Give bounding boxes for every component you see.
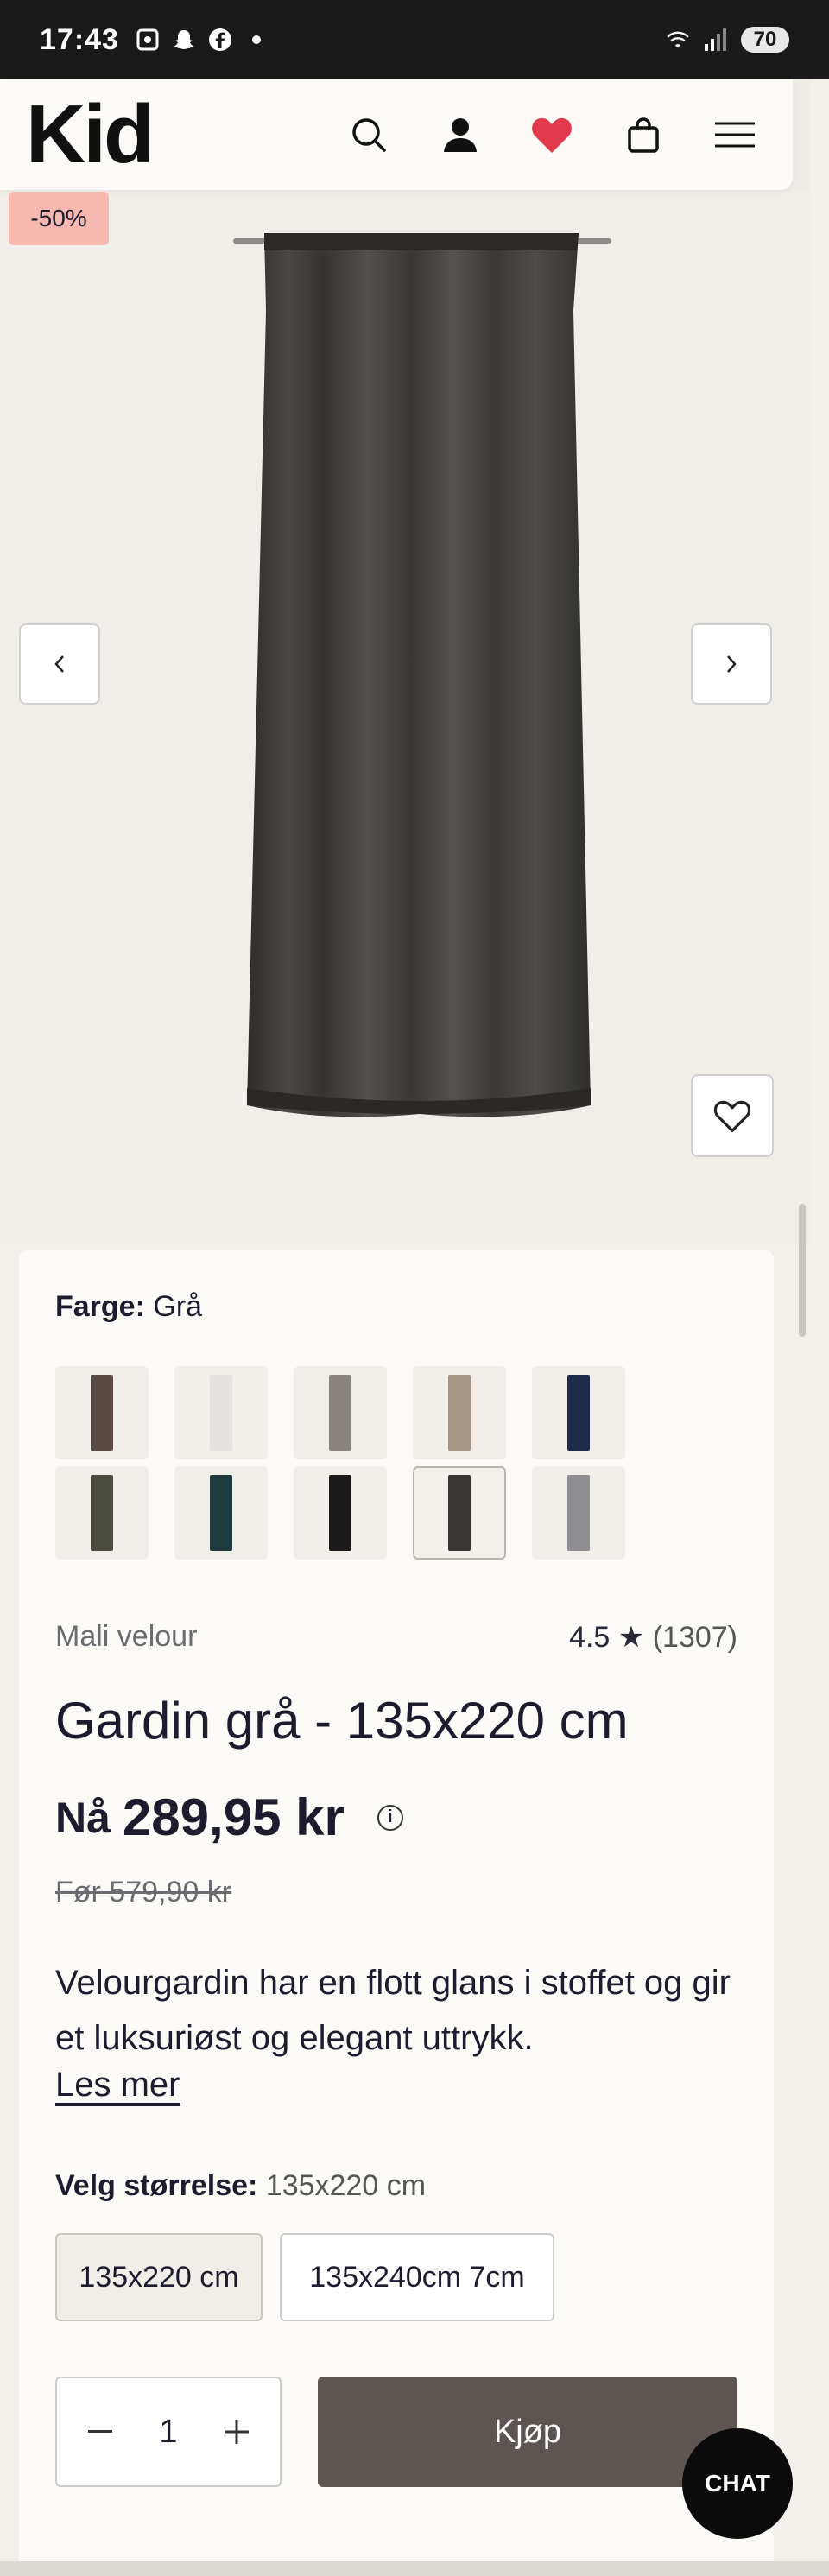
size-option-135x220[interactable]: 135x220 cm — [55, 2233, 263, 2321]
plus-icon — [224, 2420, 249, 2444]
chevron-left-icon — [54, 655, 64, 673]
battery-icon: 70 — [741, 27, 789, 53]
color-swatch[interactable] — [174, 1466, 268, 1560]
rating-value: 4.5 — [569, 1621, 611, 1654]
buy-button[interactable]: Kjøp — [318, 2377, 737, 2487]
color-label: Farge: — [55, 1290, 145, 1323]
account-icon — [444, 118, 477, 152]
product-title: Gardin grå - 135x220 cm — [55, 1692, 629, 1750]
product-image[interactable] — [230, 225, 615, 1123]
favorite-button[interactable] — [691, 1074, 774, 1157]
color-swatch[interactable] — [532, 1466, 625, 1560]
color-value: Grå — [153, 1290, 203, 1323]
kid-logo[interactable]: Kid — [26, 93, 155, 176]
swatch-thumbnail — [91, 1375, 113, 1451]
menu-button[interactable] — [712, 111, 758, 158]
quantity-value[interactable]: 1 — [159, 2414, 177, 2451]
color-swatch[interactable] — [294, 1466, 387, 1560]
product-description: Velourgardin har en flott glans i stoffe… — [55, 1964, 731, 2057]
review-count: (1307) — [652, 1621, 737, 1654]
search-button[interactable] — [345, 111, 392, 158]
swatch-thumbnail — [329, 1475, 351, 1551]
bottom-strip — [0, 2561, 829, 2576]
swatch-thumbnail — [567, 1475, 590, 1551]
increase-quantity-button[interactable] — [219, 2415, 254, 2449]
color-swatch[interactable] — [294, 1366, 387, 1459]
decrease-quantity-button[interactable] — [83, 2415, 117, 2449]
product-meta: Mali velour 4.5 ★ (1307) — [55, 1620, 737, 1655]
product-card: Farge: Grå Mali velour 4.5 ★ (1307) Gard… — [19, 1250, 774, 2576]
page-scrollbar[interactable] — [799, 1204, 806, 1337]
info-icon[interactable]: i — [377, 1804, 403, 1831]
read-more-link[interactable]: Les mer — [55, 2066, 180, 2104]
price-prefix: Nå — [55, 1793, 111, 1842]
product-price: Nå 289,95 kr i — [55, 1788, 403, 1847]
heart-outline-icon — [713, 1100, 751, 1132]
facebook-icon — [207, 27, 233, 53]
size-value: 135x220 cm — [265, 2169, 427, 2202]
size-selection-label: Velg størrelse: 135x220 cm — [55, 2169, 426, 2203]
gallery-prev-button[interactable] — [19, 623, 100, 705]
color-selection-label: Farge: Grå — [55, 1290, 202, 1324]
color-swatch[interactable] — [532, 1366, 625, 1459]
size-option-135x240[interactable]: 135x240cm 7cm — [280, 2233, 554, 2321]
before-price: Før 579,90 kr — [55, 1876, 232, 1908]
wishlist-button[interactable] — [528, 111, 575, 158]
swatch-thumbnail — [567, 1375, 590, 1451]
chevron-right-icon — [727, 655, 737, 673]
bag-button[interactable] — [620, 111, 667, 158]
gallery-next-button[interactable] — [691, 623, 772, 705]
color-swatch[interactable] — [55, 1366, 149, 1459]
signal-icon — [703, 27, 729, 53]
size-label: Velg størrelse: — [55, 2169, 258, 2202]
chat-button[interactable]: CHAT — [682, 2428, 793, 2539]
account-button[interactable] — [437, 111, 484, 158]
color-swatch[interactable] — [413, 1366, 506, 1459]
price-amount: 289,95 kr — [122, 1788, 345, 1846]
swatch-thumbnail — [448, 1475, 471, 1551]
star-icon: ★ — [617, 1621, 645, 1654]
swatch-thumbnail — [448, 1375, 471, 1451]
status-time: 17:43 — [40, 22, 119, 56]
swatch-thumbnail — [91, 1475, 113, 1551]
color-swatch[interactable] — [174, 1366, 268, 1459]
swatch-thumbnail — [329, 1375, 351, 1451]
product-brand[interactable]: Mali velour — [55, 1620, 197, 1655]
discount-badge: -50% — [9, 192, 109, 245]
color-swatch[interactable] — [55, 1466, 149, 1560]
dot-icon — [244, 27, 269, 53]
quantity-stepper: 1 — [55, 2377, 282, 2487]
wifi-icon — [665, 27, 691, 53]
product-rating[interactable]: 4.5 ★ (1307) — [569, 1620, 737, 1655]
site-header: Kid — [0, 79, 793, 190]
swatch-thumbnail — [210, 1475, 232, 1551]
bag-icon — [628, 117, 659, 153]
minus-icon — [88, 2430, 112, 2433]
status-bar: 17:43 70 — [0, 0, 829, 79]
header-nav — [345, 111, 758, 158]
snapchat-icon — [171, 27, 197, 53]
screenshot-icon — [135, 27, 161, 53]
color-swatch[interactable] — [413, 1466, 506, 1560]
wishlist-heart-icon — [532, 117, 572, 153]
menu-icon — [715, 122, 755, 148]
search-icon — [352, 118, 386, 152]
swatch-thumbnail — [210, 1375, 232, 1451]
